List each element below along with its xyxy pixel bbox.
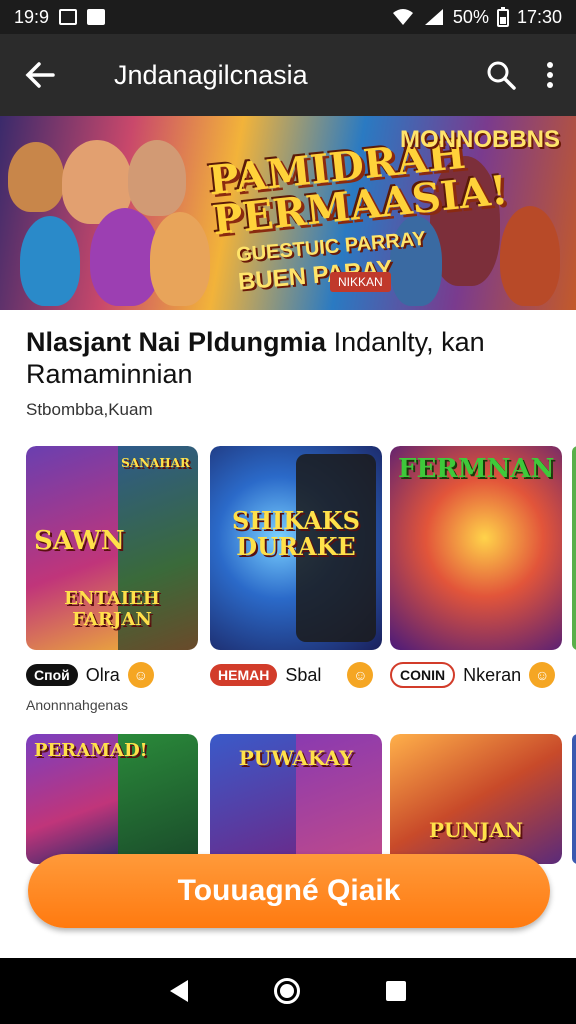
game-card[interactable]: PUWAKAY [210,734,382,864]
system-nav-bar [0,958,576,1024]
nav-recents-icon[interactable] [386,981,406,1001]
app-title: Jndanagilcnasia [114,59,308,90]
banner-character [128,140,186,216]
card-pill: CONIN [390,662,456,688]
signal-icon [424,9,443,25]
card-pill: НЕМАН [210,664,278,686]
game-card[interactable]: FERMNAN [390,446,562,650]
game-thumbnail: SANAHAR SAWN ENTAIEH FARJAN [26,446,198,650]
game-thumbnail: PUWAKAY [210,734,382,864]
banner-character [150,212,210,306]
status-time-left: 19:9 [14,6,50,27]
card-label: Sbal [285,664,322,685]
card-pill: Спой [26,664,78,686]
notification-icon [59,9,78,25]
coin-icon: ☺ [529,662,556,688]
primary-cta-button[interactable]: Touuagné Qiaik [28,854,550,928]
card-title-main: SAWN [34,526,125,556]
coin-icon: ☺ [347,662,374,688]
card-title: PERAMAD! [34,740,148,761]
game-card[interactable]: PERAMAD! [26,734,198,864]
card-title-main: SHIKAKS DURAKE [232,506,360,561]
card-title-bottom: ENTAIEH FARJAN [64,588,160,630]
card-title-top: SANAHAR [121,456,190,470]
nav-home-icon[interactable] [274,978,300,1004]
game-thumbnail: PUNJAN [390,734,562,864]
next-card-peek[interactable] [572,446,576,650]
game-thumbnail: FERMNAN [390,446,562,650]
card-title: PUWAKAY [238,746,354,770]
card-label: Nkeran [463,664,522,685]
game-card[interactable]: PUNJAN [390,734,562,864]
status-bar: 19:9 50% 17:30 [0,0,576,34]
game-thumbnail: PERAMAD! [26,734,198,864]
back-arrow-icon [25,62,55,88]
coin-icon: ☺ [127,662,154,688]
card-meta: CONIN Nkeran ☺ [390,662,556,688]
card-label: Olra [85,664,120,685]
card-title: PUNJAN [428,818,524,842]
game-card[interactable]: SANAHAR SAWN ENTAIEH FARJAN [26,446,198,650]
card-title-top: FERMNAN [398,454,555,484]
back-button[interactable] [0,62,80,88]
battery-icon [496,7,509,27]
more-options-icon[interactable] [546,61,554,89]
wifi-icon [392,9,413,25]
notification-icon-2 [87,9,106,25]
banner-right-title: MONNOBBNS [400,126,560,153]
game-card[interactable]: SHIKAKS DURAKE [210,446,382,650]
banner-tag: NIKKAN [330,272,391,292]
game-thumbnail: SHIKAKS DURAKE [210,446,382,650]
battery-percent: 50% [452,6,489,27]
row-caption: Anonnnahgenas [26,697,128,713]
heading-bold: Nlasjant Nai Pldungmia [26,327,327,357]
card-meta: Спой Olra ☺ [26,662,154,688]
card-meta: НЕМАН Sbal ☺ [210,662,374,688]
banner-character [500,206,560,306]
status-clock: 17:30 [516,6,562,27]
section-heading: Nlasjant Nai Pldungmia Indanlty, kan Ram… [26,326,556,390]
search-icon[interactable] [486,60,516,90]
section-subheading: Stbombba,Kuam [26,400,153,419]
nav-back-icon[interactable] [170,980,188,1002]
banner-character [20,216,80,306]
next-card-peek[interactable] [572,734,576,864]
hero-banner[interactable]: PAMIDRAH PERMAASIA! GUESTUIC PARRAY BUEN… [0,116,576,310]
app-bar: Jndanagilcnasia [0,34,576,116]
banner-character [8,142,64,212]
